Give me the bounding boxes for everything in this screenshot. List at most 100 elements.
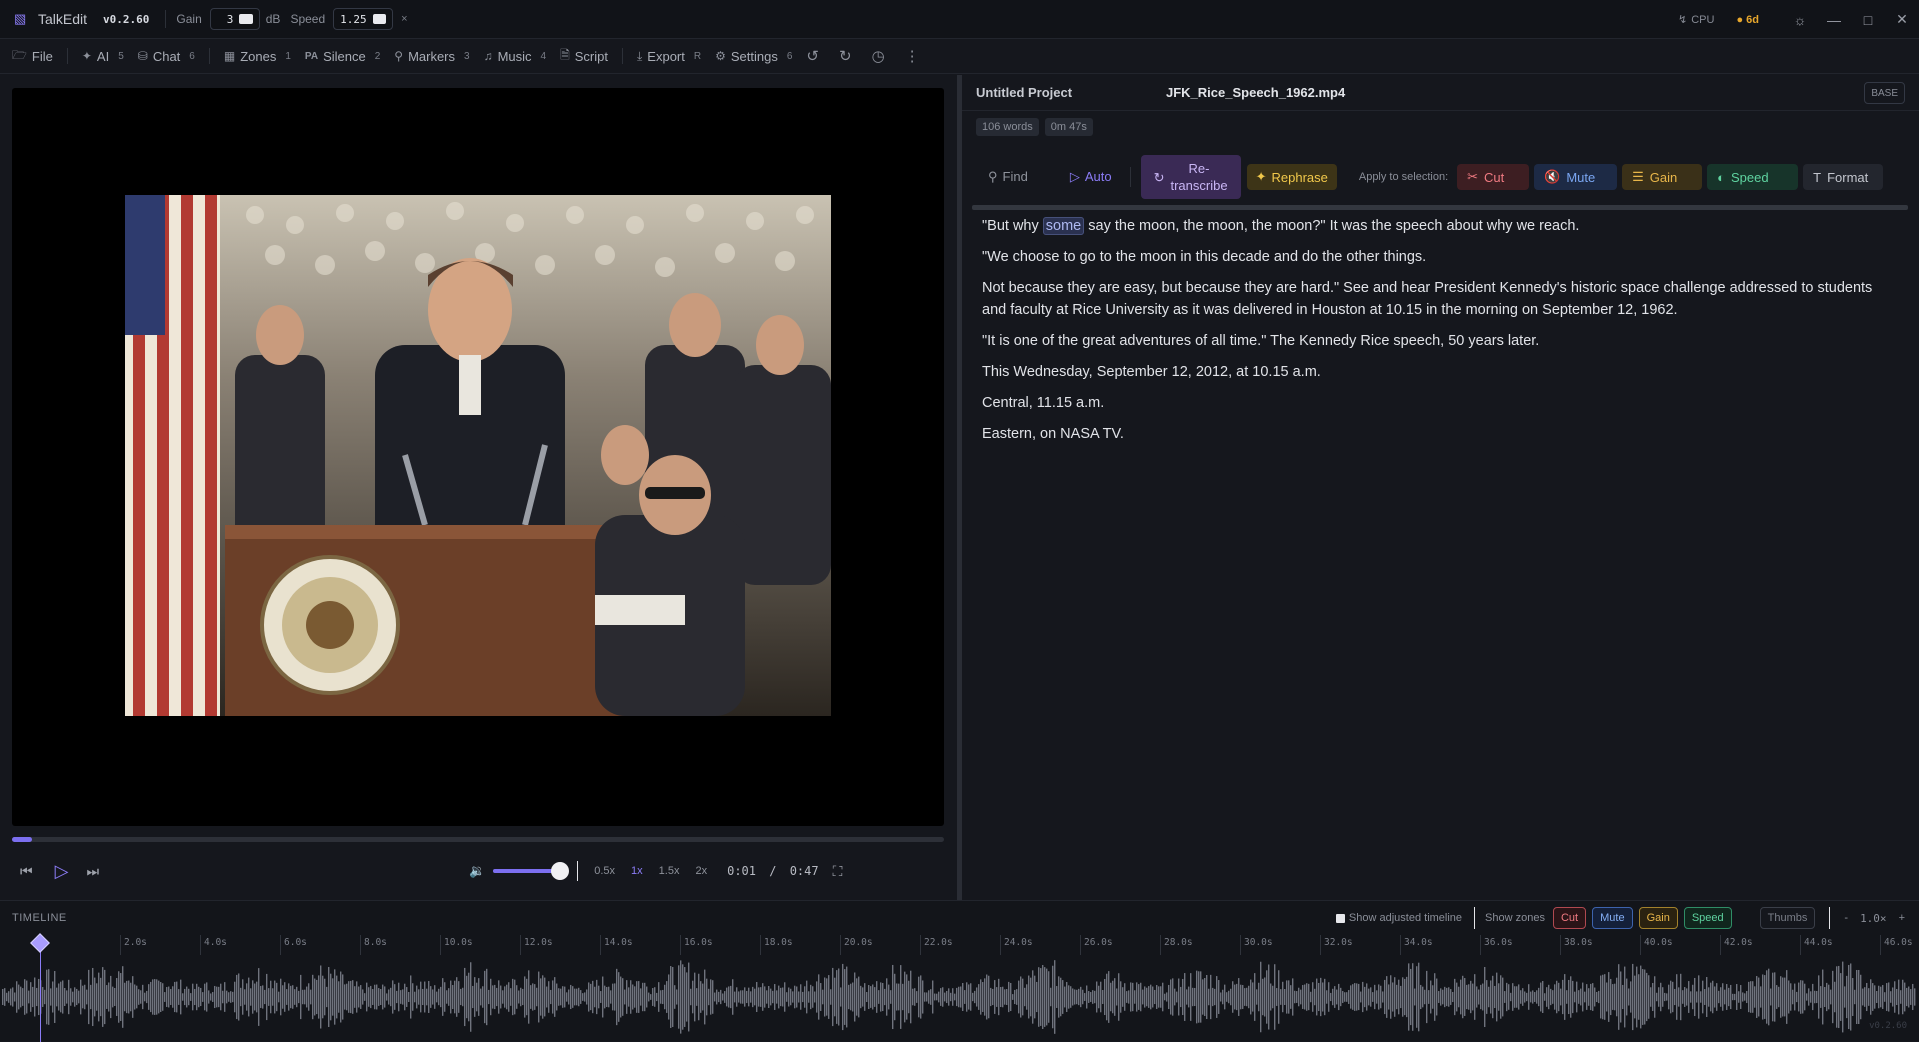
sparkle-icon: ✦ <box>81 49 92 63</box>
markers-button[interactable]: ⚲ Markers 3 <box>394 49 469 64</box>
transcript-paragraph[interactable]: "We choose to go to the moon in this dec… <box>982 246 1892 268</box>
waveform-bar <box>616 968 618 1026</box>
skip-back-icon[interactable]: ⏮ <box>20 863 33 880</box>
rate-0-5x[interactable]: 0.5x <box>594 865 615 877</box>
selected-word[interactable]: some <box>1042 217 1085 235</box>
waveform-bar <box>1158 986 1160 1008</box>
thumbs-toggle[interactable]: Thumbs <box>1759 907 1816 929</box>
file-menu-button[interactable]: 🗁 File <box>12 46 53 67</box>
waveform-bar <box>1190 973 1192 1021</box>
waveform-bar <box>1212 987 1214 1007</box>
fullscreen-icon[interactable]: ⛶ <box>833 863 843 880</box>
waveform-bar <box>322 975 324 1019</box>
waveform-bar <box>554 977 556 1017</box>
waveform-bar <box>106 985 108 1009</box>
format-button[interactable]: T Format <box>1803 164 1884 190</box>
undo-icon[interactable]: ↺ <box>806 47 819 65</box>
theme-toggle-sun-icon[interactable]: ☼ <box>1783 0 1817 39</box>
rate-2x[interactable]: 2x <box>695 865 707 877</box>
zone-gain-toggle[interactable]: Gain <box>1638 907 1678 929</box>
play-icon[interactable]: ▷ <box>55 861 69 882</box>
silence-button[interactable]: PA Silence 2 <box>305 49 380 64</box>
gain-spinner[interactable] <box>239 14 253 24</box>
transcript-paragraph[interactable]: "But why some say the moon, the moon, th… <box>982 215 1892 237</box>
audio-waveform[interactable] <box>0 957 1919 1042</box>
project-name[interactable]: Untitled Project <box>976 85 1166 100</box>
waveform-bar <box>92 967 94 1027</box>
transcript-paragraph[interactable]: "It is one of the great adventures of al… <box>982 330 1892 352</box>
auto-button[interactable]: ▷ Auto <box>1070 169 1112 185</box>
waveform-bar <box>764 986 766 1008</box>
cut-button[interactable]: ✂ Cut <box>1457 164 1530 190</box>
silence-label: Silence <box>323 48 366 64</box>
zoom-in-button[interactable]: + <box>1899 912 1905 924</box>
waveform-bar <box>1200 971 1202 1023</box>
retranscribe-button[interactable]: ↻ Re-transcribe <box>1140 155 1241 199</box>
video-player[interactable] <box>12 88 944 826</box>
waveform-bar <box>1408 963 1410 1031</box>
zone-mute-toggle[interactable]: Mute <box>1592 907 1633 929</box>
zone-speed-toggle[interactable]: Speed <box>1683 907 1732 929</box>
speed-button[interactable]: ◐ Speed <box>1707 164 1799 190</box>
reset-speed-button[interactable]: × <box>401 13 407 25</box>
transcript-paragraph[interactable]: Central, 11.15 a.m. <box>982 392 1892 414</box>
waveform-bar <box>1540 982 1542 1012</box>
divider <box>577 861 579 881</box>
waveform-bar <box>924 992 926 1002</box>
seek-bar[interactable] <box>12 837 944 842</box>
time-ruler[interactable]: 2.0s 4.0s 6.0s 8.0s 10.0s 12.0s 14.0s 16.0s 18.0… <box>0 935 1919 955</box>
music-note-icon: ♫ <box>483 49 493 63</box>
zones-button[interactable]: ▦ Zones 1 <box>224 49 291 64</box>
transcript-text[interactable]: "But why some say the moon, the moon, th… <box>982 215 1892 454</box>
waveform-bar <box>640 988 642 1006</box>
waveform-bar <box>512 978 514 1016</box>
close-window-button[interactable]: ✕ <box>1885 0 1919 39</box>
zoom-out-button[interactable]: - <box>1844 912 1848 924</box>
show-adjusted-timeline-toggle[interactable]: Show adjusted timeline <box>1335 912 1462 924</box>
waveform-bar <box>30 982 32 1012</box>
transcript-paragraph[interactable]: Eastern, on NASA TV. <box>982 423 1892 445</box>
rate-1x[interactable]: 1x <box>631 865 643 877</box>
transcript-word-span[interactable]: say the moon, the moon, the moon?" It wa… <box>1088 218 1579 234</box>
skip-forward-icon[interactable]: ⏭ <box>86 863 99 880</box>
redo-icon[interactable]: ↻ <box>839 47 852 65</box>
maximize-button[interactable]: □ <box>1851 0 1885 39</box>
horizontal-scrollbar[interactable] <box>972 205 1908 210</box>
transcript-word-span[interactable]: "But why <box>982 218 1039 234</box>
waveform-bar <box>954 993 956 1001</box>
waveform-bar <box>170 989 172 1005</box>
chat-button[interactable]: ⛁ Chat 6 <box>138 49 195 64</box>
speed-input[interactable]: 1.25 <box>333 8 394 30</box>
base-button[interactable]: BASE <box>1864 82 1905 104</box>
transcript-paragraph[interactable]: This Wednesday, September 12, 2012, at 1… <box>982 361 1892 383</box>
transcript-paragraph[interactable]: Not because they are easy, but because t… <box>982 277 1892 321</box>
rate-1-5x[interactable]: 1.5x <box>659 865 680 877</box>
ai-button[interactable]: ✦ AI 5 <box>82 49 124 64</box>
waveform-bar <box>1236 983 1238 1011</box>
export-button[interactable]: ⤓ Export R <box>637 49 701 64</box>
volume-slider[interactable] <box>493 861 569 881</box>
find-button[interactable]: ⚲ Find <box>988 169 1028 185</box>
script-button[interactable]: 🗎 Script <box>560 46 608 67</box>
divider <box>1829 907 1831 929</box>
waveform-bar <box>312 974 314 1020</box>
music-button[interactable]: ♫ Music 4 <box>484 49 547 64</box>
volume-slider-handle[interactable] <box>550 862 569 880</box>
more-vertical-icon[interactable]: ⋮ <box>905 47 920 65</box>
speed-spinner[interactable] <box>372 14 387 24</box>
waveform-bar <box>28 990 30 1004</box>
waveform-bar <box>798 991 800 1003</box>
gain-button[interactable]: ☰ Gain <box>1622 164 1703 190</box>
waveform-bar <box>1170 979 1172 1015</box>
settings-button[interactable]: ⚙ Settings 6 <box>715 49 792 64</box>
gain-input[interactable]: 3 <box>209 8 260 30</box>
mute-button[interactable]: 🔇 Mute <box>1534 164 1618 190</box>
rephrase-button[interactable]: ✦ Rephrase <box>1246 164 1337 190</box>
zone-cut-toggle[interactable]: Cut <box>1552 907 1587 929</box>
volume-icon[interactable]: 🔉 <box>469 863 485 879</box>
waveform-bar <box>1642 969 1644 1025</box>
history-clock-icon[interactable]: ◷ <box>872 47 885 65</box>
minimize-button[interactable]: — <box>1817 0 1851 39</box>
checkbox[interactable] <box>1335 913 1345 923</box>
waveform-bar <box>1136 982 1138 1012</box>
